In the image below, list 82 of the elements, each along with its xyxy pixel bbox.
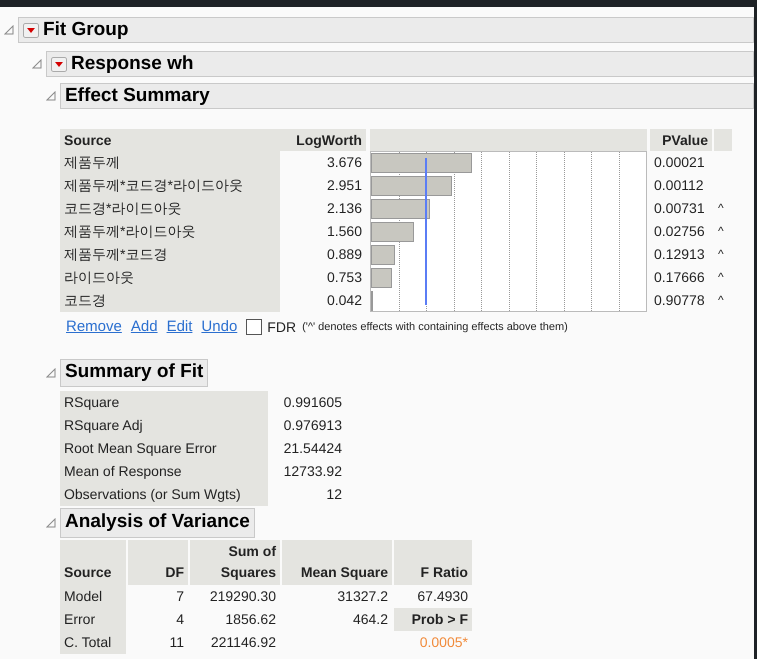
table-cell-text: 0.17666: [653, 268, 706, 287]
table-cell-text: 221146.92: [210, 632, 277, 652]
table-cell-text: 0.00112: [653, 176, 705, 195]
table-cell-text: 12: [325, 484, 343, 504]
table-cell: RSquare: [60, 390, 268, 414]
column-header: Mean Square: [282, 540, 392, 584]
table-cell: Observations (or Sum Wgts): [60, 482, 268, 506]
table-cell: 제품두께*코드경*라이드아웃: [60, 174, 280, 197]
column-header: DF: [128, 540, 188, 584]
section-title: Fit Group: [43, 18, 128, 42]
table-cell: Mean of Response: [60, 460, 268, 482]
section-header[interactable]: Fit Group: [18, 17, 754, 43]
table-cell-text: 67.4930: [416, 586, 469, 606]
link[interactable]: Edit: [166, 316, 192, 338]
table-cell: Prob > F: [394, 608, 472, 630]
table-cell: RSquare Adj: [60, 414, 268, 436]
section-title: Summary of Fit: [65, 360, 204, 384]
table-cell-text: ^: [718, 223, 724, 240]
table-cell-text: 0.00021: [653, 153, 706, 172]
table-cell-text: 7: [175, 586, 185, 606]
table-cell-text: 0.042: [326, 291, 363, 310]
section-title: Response wh: [71, 52, 194, 76]
table-cell-text: 219290.30: [208, 586, 277, 606]
column-header: Source: [63, 131, 112, 150]
table-cell-text: ^: [718, 269, 724, 286]
table-cell-text: 0.753: [326, 268, 363, 287]
table-cell-text: 0.889: [326, 245, 363, 264]
fdr-checkbox[interactable]: [246, 319, 262, 336]
column-header: Sum of Squares: [190, 540, 280, 584]
table-cell-text: 0.0005*: [418, 632, 469, 652]
table-cell-text: 12733.92: [282, 462, 343, 480]
column-header: Source: [60, 540, 126, 584]
table-cell: Error: [60, 608, 126, 630]
table-cell: C. Total: [60, 630, 126, 654]
table-cell: 제품두께*코드경: [60, 243, 280, 266]
table-cell-text: ^: [718, 200, 724, 217]
table-cell-text: 0.90778: [653, 291, 706, 310]
link[interactable]: Add: [130, 316, 158, 338]
table-cell-text: 31327.2: [336, 586, 389, 606]
checkbox-label: FDR: [267, 318, 296, 337]
column-header: F Ratio: [394, 540, 472, 584]
table-cell-text: 2.136: [326, 199, 363, 218]
table-cell: Model: [60, 584, 126, 608]
collapse-triangle-icon[interactable]: [4, 25, 14, 35]
table-cell-text: 1856.62: [224, 610, 277, 628]
dropdown-menu-icon[interactable]: [51, 56, 67, 72]
table-cell-text: 0.976913: [282, 416, 343, 434]
table-cell-text: ^: [718, 246, 724, 263]
table-cell-text: 4: [175, 610, 185, 628]
table-cell: 제품두께*라이드아웃: [60, 220, 280, 243]
table-cell-text: 0.12913: [653, 245, 706, 264]
note: ('^' denotes effects with containing effects above them): [302, 320, 568, 335]
link[interactable]: Remove: [66, 316, 122, 338]
table-cell-text: 11: [168, 632, 185, 652]
section-header[interactable]: Analysis of Variance: [60, 508, 255, 538]
table-cell-text: 21.54424: [282, 438, 343, 458]
table-cell-text: 1.560: [326, 222, 363, 241]
table-cell-text: 2.951: [326, 176, 363, 195]
table-cell: Root Mean Square Error: [60, 436, 268, 460]
table-cell: 제품두께: [60, 151, 280, 174]
table-cell-text: 0.00731: [653, 199, 706, 218]
table-cell-text: 3.676: [326, 153, 363, 172]
table-cell-text: ^: [718, 292, 724, 309]
column-header: PValue: [650, 129, 712, 151]
table-cell-text: 0.991605: [282, 392, 343, 412]
collapse-triangle-icon[interactable]: [32, 59, 42, 69]
collapse-triangle-icon[interactable]: [46, 518, 56, 528]
collapse-triangle-icon[interactable]: [46, 368, 56, 378]
section-header[interactable]: Response wh: [46, 51, 754, 77]
dropdown-menu-icon[interactable]: [23, 22, 39, 38]
section-header[interactable]: Effect Summary: [60, 83, 754, 109]
link[interactable]: Undo: [201, 316, 238, 338]
column-header-background: [714, 129, 732, 151]
table-cell: 코드경*라이드아웃: [60, 197, 280, 220]
table-cell-text: 0.02756: [653, 222, 706, 241]
section-header[interactable]: Summary of Fit: [60, 358, 208, 386]
section-title: Analysis of Variance: [65, 510, 250, 534]
table-cell-text: 464.2: [352, 610, 389, 628]
section-title: Effect Summary: [65, 84, 210, 108]
table-cell: 라이드아웃: [60, 266, 280, 289]
collapse-triangle-icon[interactable]: [46, 91, 56, 101]
table-cell: 코드경: [60, 289, 280, 312]
